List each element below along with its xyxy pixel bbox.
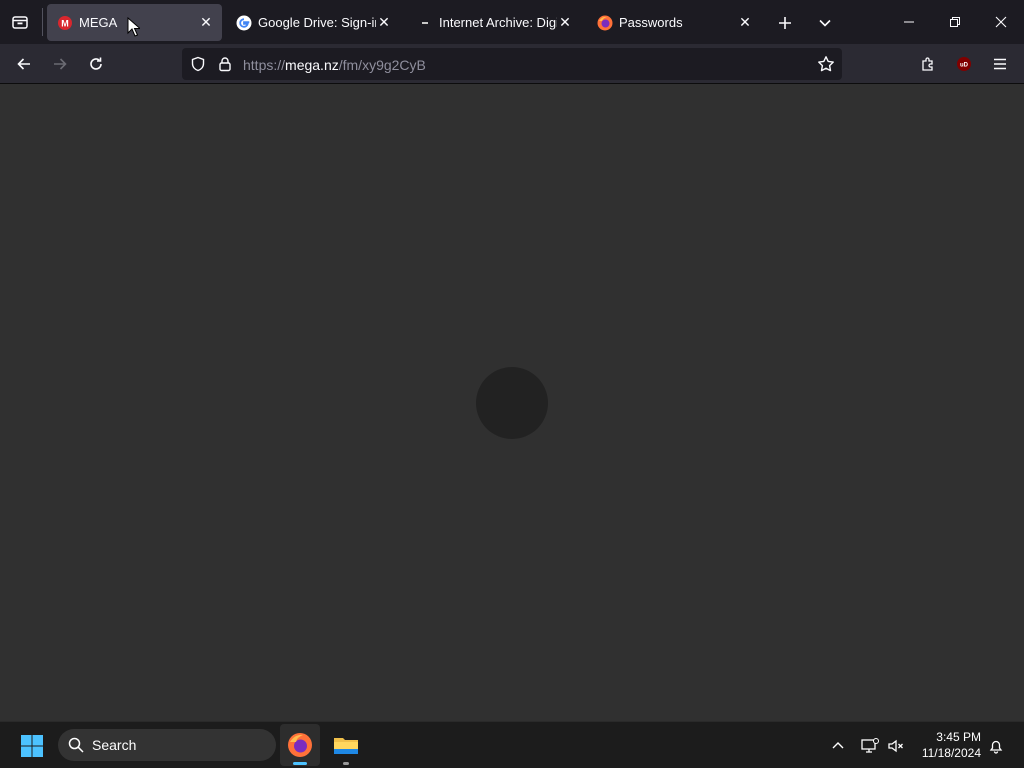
clock-date: 11/18/2024	[921, 746, 981, 760]
lock-icon[interactable]	[215, 54, 235, 74]
firefox-icon	[597, 15, 613, 31]
open-app-indicator	[343, 762, 349, 765]
network-icon	[861, 738, 879, 753]
tab-title: Google Drive: Sign-in	[258, 15, 376, 30]
ublock-origin-button[interactable]: uD	[950, 50, 978, 78]
tracking-protection-shield-icon[interactable]	[188, 54, 208, 74]
bookmark-star-icon[interactable]	[816, 54, 836, 74]
tab-title: Passwords	[619, 15, 683, 30]
tab-divider	[42, 8, 43, 36]
clock-time: 3:45 PM	[936, 730, 981, 744]
show-hidden-icons-button[interactable]	[826, 734, 850, 758]
plus-icon	[779, 17, 791, 29]
taskbar-firefox[interactable]	[280, 724, 320, 766]
mega-icon: M	[57, 15, 73, 31]
notifications-button[interactable]	[984, 734, 1008, 758]
list-all-tabs-button[interactable]	[812, 10, 838, 36]
google-icon	[236, 15, 252, 31]
restore-icon	[950, 17, 960, 27]
taskbar-file-explorer[interactable]	[326, 724, 366, 766]
close-tab-icon[interactable]: ✕	[198, 14, 214, 31]
bell-icon	[989, 740, 1003, 754]
loading-spinner	[476, 367, 548, 439]
tab-passwords[interactable]: Passwords ✕	[587, 4, 761, 41]
tab-bar: M MEGA ✕ Google Drive: Sign-in ✕ Interne…	[0, 0, 1024, 44]
extensions-button[interactable]	[914, 50, 942, 78]
minimize-button[interactable]	[886, 8, 932, 36]
forward-button[interactable]	[46, 50, 74, 78]
reload-button[interactable]	[82, 50, 110, 78]
minimize-icon	[904, 21, 914, 23]
page-content	[0, 85, 1024, 721]
internet-archive-icon	[417, 15, 433, 31]
app-menu-button[interactable]	[986, 50, 1014, 78]
back-button[interactable]	[10, 50, 38, 78]
chevron-up-icon	[832, 742, 844, 749]
tab-google-drive[interactable]: Google Drive: Sign-in ✕	[226, 4, 400, 41]
puzzle-icon	[922, 57, 933, 71]
close-window-button[interactable]	[978, 8, 1024, 36]
firefox-icon	[288, 733, 312, 757]
taskbar-search-box[interactable]: Search	[58, 729, 276, 761]
close-tab-icon[interactable]: ✕	[376, 14, 392, 31]
ublock-origin-icon: uD	[957, 57, 971, 71]
file-explorer-icon	[334, 738, 358, 754]
close-tab-icon[interactable]: ✕	[557, 14, 573, 31]
network-status-button[interactable]	[858, 734, 882, 758]
windows-taskbar: Search 3:45 PM 11/18/2024	[0, 721, 1024, 768]
url-text[interactable]: https://mega.nz/fm/xy9g2CyB	[243, 57, 426, 73]
firefox-view-button[interactable]	[8, 10, 32, 34]
url-prefix: https://	[243, 57, 286, 73]
clock[interactable]: 3:45 PM 11/18/2024	[922, 729, 981, 761]
chevron-down-icon	[819, 19, 831, 27]
svg-text:M: M	[61, 18, 69, 28]
reload-icon	[90, 57, 102, 70]
search-icon	[68, 737, 84, 753]
url-bar[interactable]: https://mega.nz/fm/xy9g2CyB	[182, 48, 842, 80]
restore-button[interactable]	[932, 8, 978, 36]
mouse-cursor-icon	[127, 17, 140, 37]
active-app-indicator	[293, 762, 307, 765]
back-arrow-icon	[17, 58, 30, 70]
url-path: /fm/xy9g2CyB	[338, 57, 426, 73]
search-label: Search	[92, 737, 137, 753]
close-tab-icon[interactable]: ✕	[737, 14, 753, 31]
volume-muted-icon	[888, 739, 903, 753]
tab-title: Internet Archive: Digital Library	[439, 15, 557, 30]
volume-button[interactable]	[884, 734, 908, 758]
url-host: mega.nz	[285, 57, 339, 73]
close-icon	[995, 16, 1007, 28]
forward-arrow-icon	[54, 58, 67, 70]
start-button[interactable]	[16, 730, 48, 762]
new-tab-button[interactable]	[772, 10, 798, 36]
tab-internet-archive[interactable]: Internet Archive: Digital Library ✕	[407, 4, 581, 41]
windows-logo-icon	[21, 735, 43, 757]
svg-text:uD: uD	[960, 63, 969, 69]
firefox-view-icon	[12, 16, 28, 29]
hamburger-menu-icon	[994, 58, 1006, 70]
